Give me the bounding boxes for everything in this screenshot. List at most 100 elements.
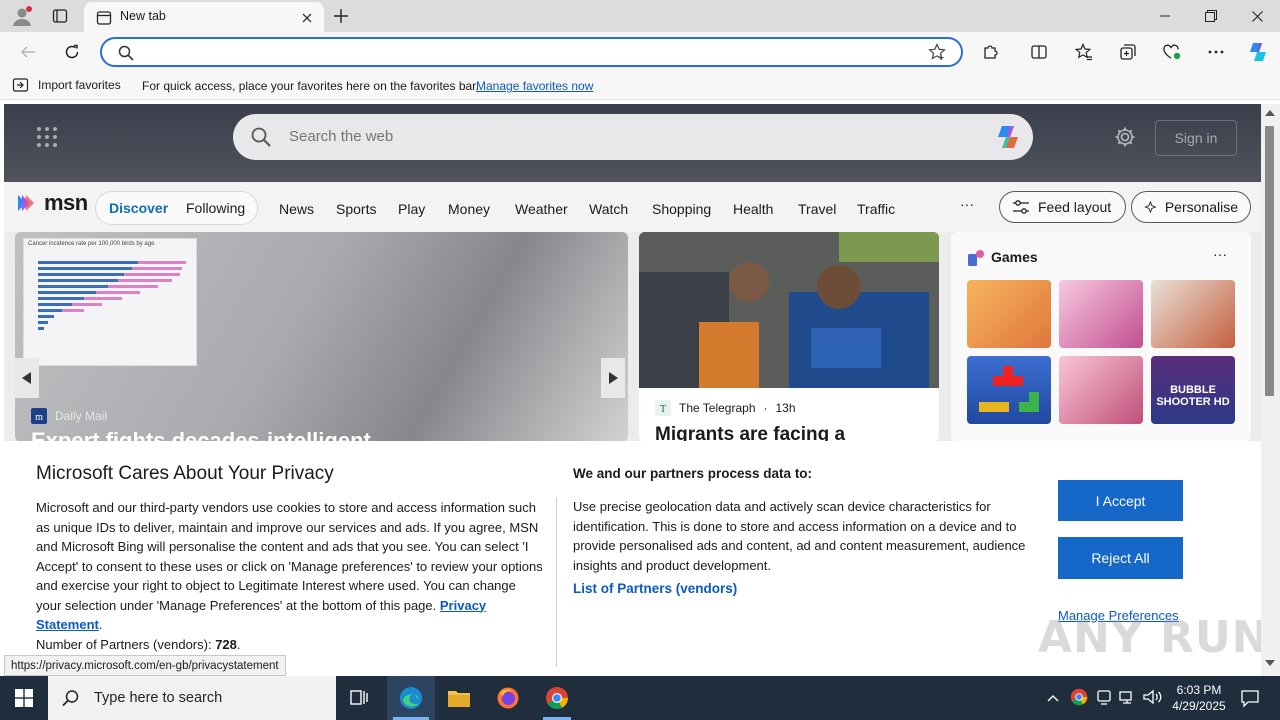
nav-more-icon[interactable]: ··· xyxy=(960,196,974,212)
windows-taskbar: Type here to search 6:03 PM 4/29/2025 xyxy=(0,676,1280,720)
accept-button[interactable]: I Accept xyxy=(1058,480,1183,521)
scrollbar-thumb[interactable] xyxy=(1265,126,1274,396)
main-card-source-name: Daily Mail xyxy=(55,409,108,423)
second-card-headline[interactable]: Migrants are facing a xyxy=(655,424,845,442)
favorites-star-icon[interactable] xyxy=(1068,36,1100,68)
taskbar-edge-icon[interactable] xyxy=(387,676,435,720)
game-tile[interactable] xyxy=(967,280,1051,348)
network-icon[interactable] xyxy=(1118,688,1136,706)
volume-icon[interactable] xyxy=(1142,688,1162,706)
nav-sports[interactable]: Sports xyxy=(336,201,376,217)
nav-watch[interactable]: Watch xyxy=(589,201,628,217)
refresh-icon[interactable] xyxy=(56,36,88,68)
minimize-icon[interactable] xyxy=(1142,0,1188,32)
game-tile[interactable] xyxy=(1059,356,1143,424)
msn-logo[interactable]: msn xyxy=(16,190,88,216)
nav-traffic[interactable]: Traffic xyxy=(857,201,895,217)
chrome-icon[interactable] xyxy=(533,676,581,720)
tray-device-icon[interactable] xyxy=(1096,688,1112,706)
personalise-button[interactable]: Personalise xyxy=(1131,191,1251,223)
chart-bar xyxy=(38,321,48,324)
manage-favorites-link[interactable]: Manage favorites now xyxy=(476,79,593,93)
windows-start-icon[interactable] xyxy=(0,676,48,720)
carousel-next-arrow-icon[interactable] xyxy=(601,358,625,398)
tab-actions-icon[interactable] xyxy=(46,4,74,28)
close-window-icon[interactable] xyxy=(1234,0,1280,32)
nav-health[interactable]: Health xyxy=(733,201,773,217)
nav-shopping[interactable]: Shopping xyxy=(652,201,711,217)
more-options-icon[interactable] xyxy=(1200,36,1232,68)
import-favorites-button[interactable]: Import favorites xyxy=(12,77,121,93)
nav-weather[interactable]: Weather xyxy=(515,201,568,217)
chart-bar xyxy=(38,285,108,288)
browser-toolbar xyxy=(0,32,1280,72)
settings-gear-icon[interactable] xyxy=(1114,126,1136,148)
nav-discover[interactable]: Discover xyxy=(109,200,168,216)
page-scrollbar[interactable] xyxy=(1261,104,1280,676)
firefox-icon[interactable] xyxy=(484,676,532,720)
nav-play[interactable]: Play xyxy=(398,201,425,217)
add-favorite-star-icon[interactable] xyxy=(928,43,946,61)
nav-following[interactable]: Following xyxy=(186,200,245,216)
chart-bar xyxy=(84,297,122,300)
msn-search-input[interactable] xyxy=(289,128,889,145)
games-more-icon[interactable]: ··· xyxy=(1213,246,1227,262)
main-card-chart-title: Cancer incidence rate per 100,000 birds … xyxy=(28,241,155,247)
bubble-shooter-label: BUBBLE SHOOTER HD xyxy=(1156,384,1230,408)
privacy-body: Microsoft and our third-party vendors us… xyxy=(36,498,544,654)
close-tab-icon[interactable] xyxy=(298,9,316,27)
reject-all-button[interactable]: Reject All xyxy=(1058,537,1183,579)
collections-icon[interactable] xyxy=(1112,36,1144,68)
extensions-puzzle-icon[interactable] xyxy=(975,36,1007,68)
main-card-headline[interactable]: Expert fights decades-intelligent... xyxy=(31,428,389,442)
msn-search-box[interactable] xyxy=(233,114,1033,160)
list-of-partners-link[interactable]: List of Partners (vendors) xyxy=(573,581,737,596)
tray-chrome-icon[interactable] xyxy=(1070,688,1088,706)
personalise-sparkle-icon xyxy=(1144,200,1157,214)
nav-money[interactable]: Money xyxy=(448,201,490,217)
main-card-chart-image: Cancer incidence rate per 100,000 birds … xyxy=(23,238,197,366)
active-tab[interactable]: New tab xyxy=(84,2,324,32)
main-news-card[interactable]: Cancer incidence rate per 100,000 birds … xyxy=(15,232,628,442)
taskbar-search-placeholder: Type here to search xyxy=(94,690,223,706)
carousel-prev-arrow-icon[interactable] xyxy=(15,358,39,398)
chart-bar xyxy=(124,273,180,276)
import-favorites-label: Import favorites xyxy=(38,78,121,92)
second-card-source-name: The Telegraph xyxy=(679,401,756,415)
svg-text:T: T xyxy=(660,404,666,415)
nav-travel[interactable]: Travel xyxy=(798,201,836,217)
copilot-search-icon[interactable] xyxy=(993,124,1023,150)
sign-in-button[interactable]: Sign in xyxy=(1155,120,1237,156)
scroll-up-arrow-icon[interactable] xyxy=(1265,110,1275,116)
browser-essentials-heart-icon[interactable] xyxy=(1156,36,1188,68)
new-tab-plus-icon[interactable] xyxy=(330,5,352,27)
game-tile[interactable] xyxy=(967,356,1051,424)
notifications-icon[interactable] xyxy=(1232,676,1268,720)
privacy-purposes-body: Use precise geolocation data and activel… xyxy=(573,499,1026,573)
apps-grid-icon[interactable] xyxy=(36,126,58,148)
tab-strip: New tab xyxy=(0,0,1280,32)
taskbar-search-box[interactable]: Type here to search xyxy=(48,676,336,720)
address-input[interactable] xyxy=(144,44,904,62)
profile-icon[interactable] xyxy=(8,4,36,28)
game-tile[interactable] xyxy=(1151,280,1235,348)
second-news-card[interactable]: T The Telegraph · 13h Migrants are facin… xyxy=(639,232,939,442)
nav-news[interactable]: News xyxy=(279,201,314,217)
restore-icon[interactable] xyxy=(1188,0,1234,32)
chart-bar xyxy=(38,303,72,306)
taskbar-clock[interactable]: 6:03 PM 4/29/2025 xyxy=(1168,682,1230,714)
clock-time: 6:03 PM xyxy=(1176,683,1222,697)
tray-overflow-chevron-icon[interactable] xyxy=(1046,688,1060,708)
feed-layout-button[interactable]: Feed layout xyxy=(999,191,1126,223)
game-tile[interactable] xyxy=(1059,280,1143,348)
games-puzzle-icon xyxy=(967,249,985,267)
task-view-icon[interactable] xyxy=(336,676,384,720)
scroll-down-arrow-icon[interactable] xyxy=(1265,660,1275,666)
address-bar[interactable] xyxy=(100,37,963,67)
copilot-icon[interactable] xyxy=(1242,36,1274,68)
file-explorer-icon[interactable] xyxy=(435,676,483,720)
bubble-shooter-tile[interactable]: BUBBLE SHOOTER HD xyxy=(1151,356,1235,424)
back-arrow-icon[interactable] xyxy=(12,36,44,68)
games-card: Games ··· BUBBLE SHOOTER HD xyxy=(951,232,1251,442)
split-screen-icon[interactable] xyxy=(1023,36,1055,68)
